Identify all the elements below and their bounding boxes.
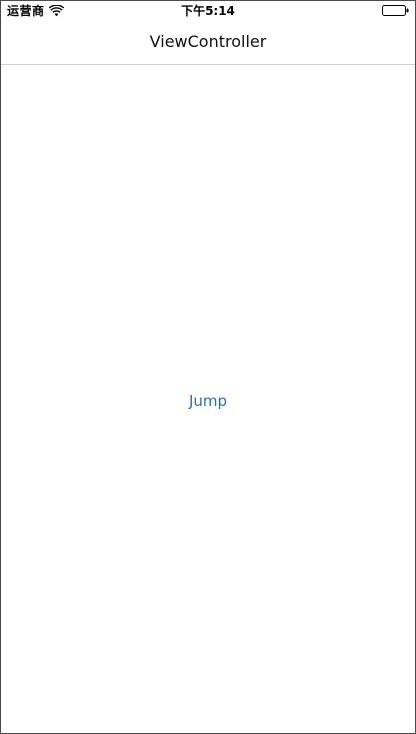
navigation-bar: ViewController: [1, 21, 415, 65]
jump-button[interactable]: Jump: [158, 387, 258, 415]
content-view: Jump: [1, 65, 415, 733]
app-window: 运营商 下午5:14 ViewController Jump: [0, 0, 416, 734]
battery-icon: [382, 5, 409, 16]
status-time: 下午5:14: [181, 4, 235, 18]
status-bar: 运营商 下午5:14: [1, 1, 415, 21]
nav-title: ViewController: [149, 32, 267, 51]
